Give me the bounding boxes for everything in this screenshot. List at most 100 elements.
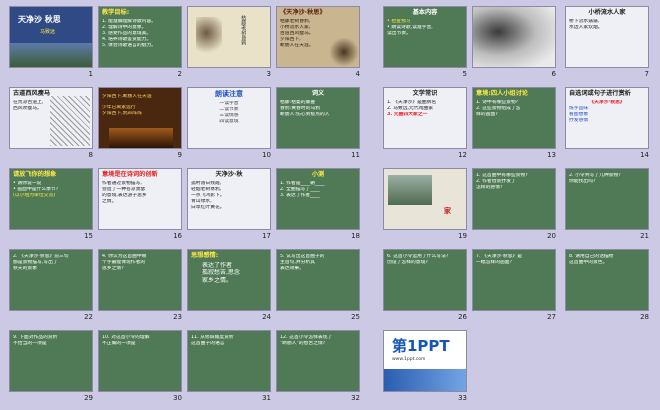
- slide-title: 思想感情:: [191, 252, 219, 259]
- branch-image: [329, 37, 359, 67]
- slide-number: 30: [173, 394, 182, 402]
- slide-thumbnail-26[interactable]: 6. 这首小令运用了什么写法? 创设了怎样的意境?: [383, 249, 467, 311]
- slide-text-line: 秋天的景象: [13, 265, 37, 271]
- slide-text-line: 不正确的一项是: [102, 340, 136, 346]
- slide-number: 11: [351, 151, 360, 159]
- slide-number: 1: [88, 70, 93, 78]
- slide-thumbnail-23[interactable]: 4. 你认为这首曲中哪 个字最能体现作者的 思乡之情?: [98, 249, 182, 311]
- slide-title: 朗读注意: [215, 90, 243, 98]
- slide-number: 3: [266, 70, 271, 78]
- slide-text-line: (以小组为单位交流): [13, 192, 56, 198]
- slide-thumbnail-32[interactable]: 12. 这首小令怎样表现了 "断肠人"的愁苦之情?: [276, 330, 360, 392]
- slide-thumbnail-5[interactable]: 基本内容 • 检查预习 • 朗读诗歌,读准字音, 读出节奏。: [383, 6, 467, 68]
- slide-text-line: 表达效果。: [280, 265, 304, 271]
- slide-number: 16: [173, 232, 182, 240]
- slide-text-line: 思乡之情?: [102, 265, 124, 271]
- slide-text-line: 你能找出吗?: [569, 178, 596, 184]
- slide-thumbnail-6[interactable]: [472, 6, 556, 68]
- slide-number: 13: [547, 151, 556, 159]
- slide-number: 14: [640, 151, 649, 159]
- slide-thumbnail-11[interactable]: 词义 枯藤:枯萎的藤蔓 昏鸦:黄昏时的乌鸦 断肠人:伤心到极点的人: [276, 87, 360, 149]
- slide-thumbnail-7[interactable]: 小桥流水人家 桥下流水潺潺, 水边人家炊烟。: [565, 6, 649, 68]
- slide-number: 33: [458, 394, 467, 402]
- slide-thumbnail-15[interactable]: 请放飞你的想象 • 请你说一说 • 画面中是什么季节? (以小组为单位交流): [9, 168, 93, 230]
- slide-thumbnail-4[interactable]: 《天净沙·秋思》 枯藤老树昏鸦, 小桥流水人家, 古道西风瘦马。 夕阳西下, 断…: [276, 6, 360, 68]
- slide-thumbnail-25[interactable]: 5. 试写出这首曲子的 主旨句,并分析其 表达效果。: [276, 249, 360, 311]
- slide-number: 24: [262, 313, 271, 321]
- slide-thumbnail-3[interactable]: 枯藤老树昏鸦: [187, 6, 271, 68]
- slide-thumbnail-18[interactable]: 小测 1. 作者是____朝____ 2. 全曲描写了____ 3. 表达了作者…: [276, 168, 360, 230]
- slide-thumbnail-9[interactable]: 夕阳西下,断肠人在天涯 少年已离家远行 夕阳西下,鸦声阵阵: [98, 87, 182, 149]
- slide-thumbnail-16[interactable]: 意境是在诗词的创新 作者通过景物描写, 营造了一种苍凉萧瑟 的意境,表达游子思乡…: [98, 168, 182, 230]
- slide-text-line: 3. 元曲四大家之一: [387, 111, 428, 117]
- slide-number: 10: [262, 151, 271, 159]
- ink-painting-image: [473, 7, 555, 67]
- slide-thumbnail-31[interactable]: 11. 从修辞角度赏析 这首曲子的语言: [187, 330, 271, 392]
- slide-title: 天净沙 秋思: [18, 15, 61, 24]
- sketch-image: [50, 96, 90, 146]
- slide-text-line: 白草红叶黄花。: [191, 204, 225, 210]
- slide-number: 26: [458, 313, 467, 321]
- slide-text-line: 孤寂愁苦,思念: [202, 269, 240, 277]
- slide-thumbnail-1[interactable]: 天净沙 秋思 马致远: [9, 6, 93, 68]
- slide-thumbnail-10[interactable]: 朗读注意 一读字音 二读节奏 三读情感 四读意境: [187, 87, 271, 149]
- slide-number: 6: [551, 70, 556, 78]
- slide-text-line: 水边人家炊烟。: [569, 24, 603, 30]
- slide-number: 12: [458, 151, 467, 159]
- slide-number: 4: [355, 70, 360, 78]
- slide-title: 《天净沙·秋思》: [280, 9, 326, 16]
- slide-thumbnail-30[interactable]: 10. 对这首小令的理解 不正确的一项是: [98, 330, 182, 392]
- slide-title: 自选词或句子进行赏析: [569, 90, 631, 97]
- slide-text-line: 这首曲中的景色。: [569, 259, 608, 265]
- slide-text-line: 家: [444, 207, 451, 215]
- slide-thumbnail-8[interactable]: 古道西风瘦马 在荒凉古道上, 西风吹瘦马。: [9, 87, 93, 149]
- landscape-photo: [388, 175, 432, 205]
- slide-number: 29: [84, 394, 93, 402]
- slide-number: 8: [88, 151, 93, 159]
- slide-title: 基本内容: [412, 9, 438, 16]
- slide-thumbnail-33[interactable]: 第1PPT www.1ppt.com: [383, 330, 467, 392]
- ink-tree-image: [196, 17, 222, 57]
- slide-thumbnail-20[interactable]: 1. 这首曲中有哪些景物? 2. 作者借景抒发了 怎样的感情?: [472, 168, 556, 230]
- slide-title: 小桥流水人家: [588, 9, 626, 16]
- slide-title: 小测: [311, 171, 325, 178]
- slide-number: 9: [177, 151, 182, 159]
- slide-thumbnail-22[interactable]: 2. 《天净沙·秋思》前三句 都是景物描写,写出了 秋天的景象: [9, 249, 93, 311]
- slide-text-line: 抒发感情: [569, 117, 589, 123]
- slide-number: 22: [84, 313, 93, 321]
- slide-text-line: 5. 体会诗歌语言的魅力。: [102, 42, 157, 48]
- horse-rider-image: [109, 128, 173, 148]
- slide-subtitle: 马致远: [40, 29, 56, 35]
- slide-thumbnail-14[interactable]: 自选词或句子进行赏析 《天净沙·秋思》 炼字品味 看图想象 抒发感情: [565, 87, 649, 149]
- slide-number: 17: [262, 232, 271, 240]
- slide-text-line: 枯藤老树昏鸦: [240, 15, 247, 45]
- slide-text-line: 之情。: [102, 198, 117, 204]
- slide-number: 7: [644, 70, 649, 78]
- slide-title: 请放飞你的想象: [13, 171, 57, 178]
- slide-text-line: 四读意境: [219, 118, 239, 124]
- slide-text-line: 家乡之情。: [202, 276, 233, 284]
- slide-title: 意境:四人小组讨论: [476, 90, 528, 97]
- slide-thumbnail-12[interactable]: 文学常识 1. 《天净沙》是曲牌名 2. 马致远,元代戏曲家 3. 元曲四大家之…: [383, 87, 467, 149]
- slide-thumbnail-28[interactable]: 8. 请用自己的话描绘 这首曲中的景色。: [565, 249, 649, 311]
- slide-text-line: "断肠人"的愁苦之情?: [280, 340, 326, 346]
- slide-thumbnail-29[interactable]: 9. 下面对作品的赏析 不恰当的一项是: [9, 330, 93, 392]
- slide-thumbnail-27[interactable]: 7. 《天净沙·秋思》是 一幅怎样的画面?: [472, 249, 556, 311]
- slide-title: 意境是在诗词的创新: [102, 171, 158, 178]
- slide-text-line: 夕阳西下,鸦声阵阵: [102, 110, 142, 116]
- slide-title: 词义: [311, 90, 325, 97]
- slide-thumbnail-21[interactable]: 2. 小令共写了几种景物? 你能找出吗?: [565, 168, 649, 230]
- slide-thumbnail-24[interactable]: 思想感情: 表达了作者 孤寂愁苦,思念 家乡之情。: [187, 249, 271, 311]
- banner-image: [384, 369, 466, 391]
- slide-sorter: { "slides": [ {"n":"1","title":"天净沙 秋思",…: [0, 0, 660, 410]
- slide-text-line: 怎样的感情?: [476, 184, 503, 190]
- slide-thumbnail-17[interactable]: 天净沙·秋 孤村落日残霞, 轻烟老树寒鸦, 一点飞鸿影下。 青山绿水, 白草红叶…: [187, 168, 271, 230]
- slide-number: 18: [351, 232, 360, 240]
- slide-number: 15: [84, 232, 93, 240]
- slide-thumbnail-2[interactable]: 教学目标: 1. 能准确理解诗歌内容。 2. 理解诗中的意象。 3. 感受作品的…: [98, 6, 182, 68]
- slide-thumbnail-19[interactable]: 家: [383, 168, 467, 230]
- ppt-logo: 第1PPT: [392, 337, 450, 355]
- slide-thumbnail-13[interactable]: 意境:四人小组讨论 1. 诗中有哪些景物? 2. 这些景物组成了怎 样的画面?: [472, 87, 556, 149]
- slide-text-line: 样的画面?: [476, 111, 498, 117]
- slide-number: 19: [458, 232, 467, 240]
